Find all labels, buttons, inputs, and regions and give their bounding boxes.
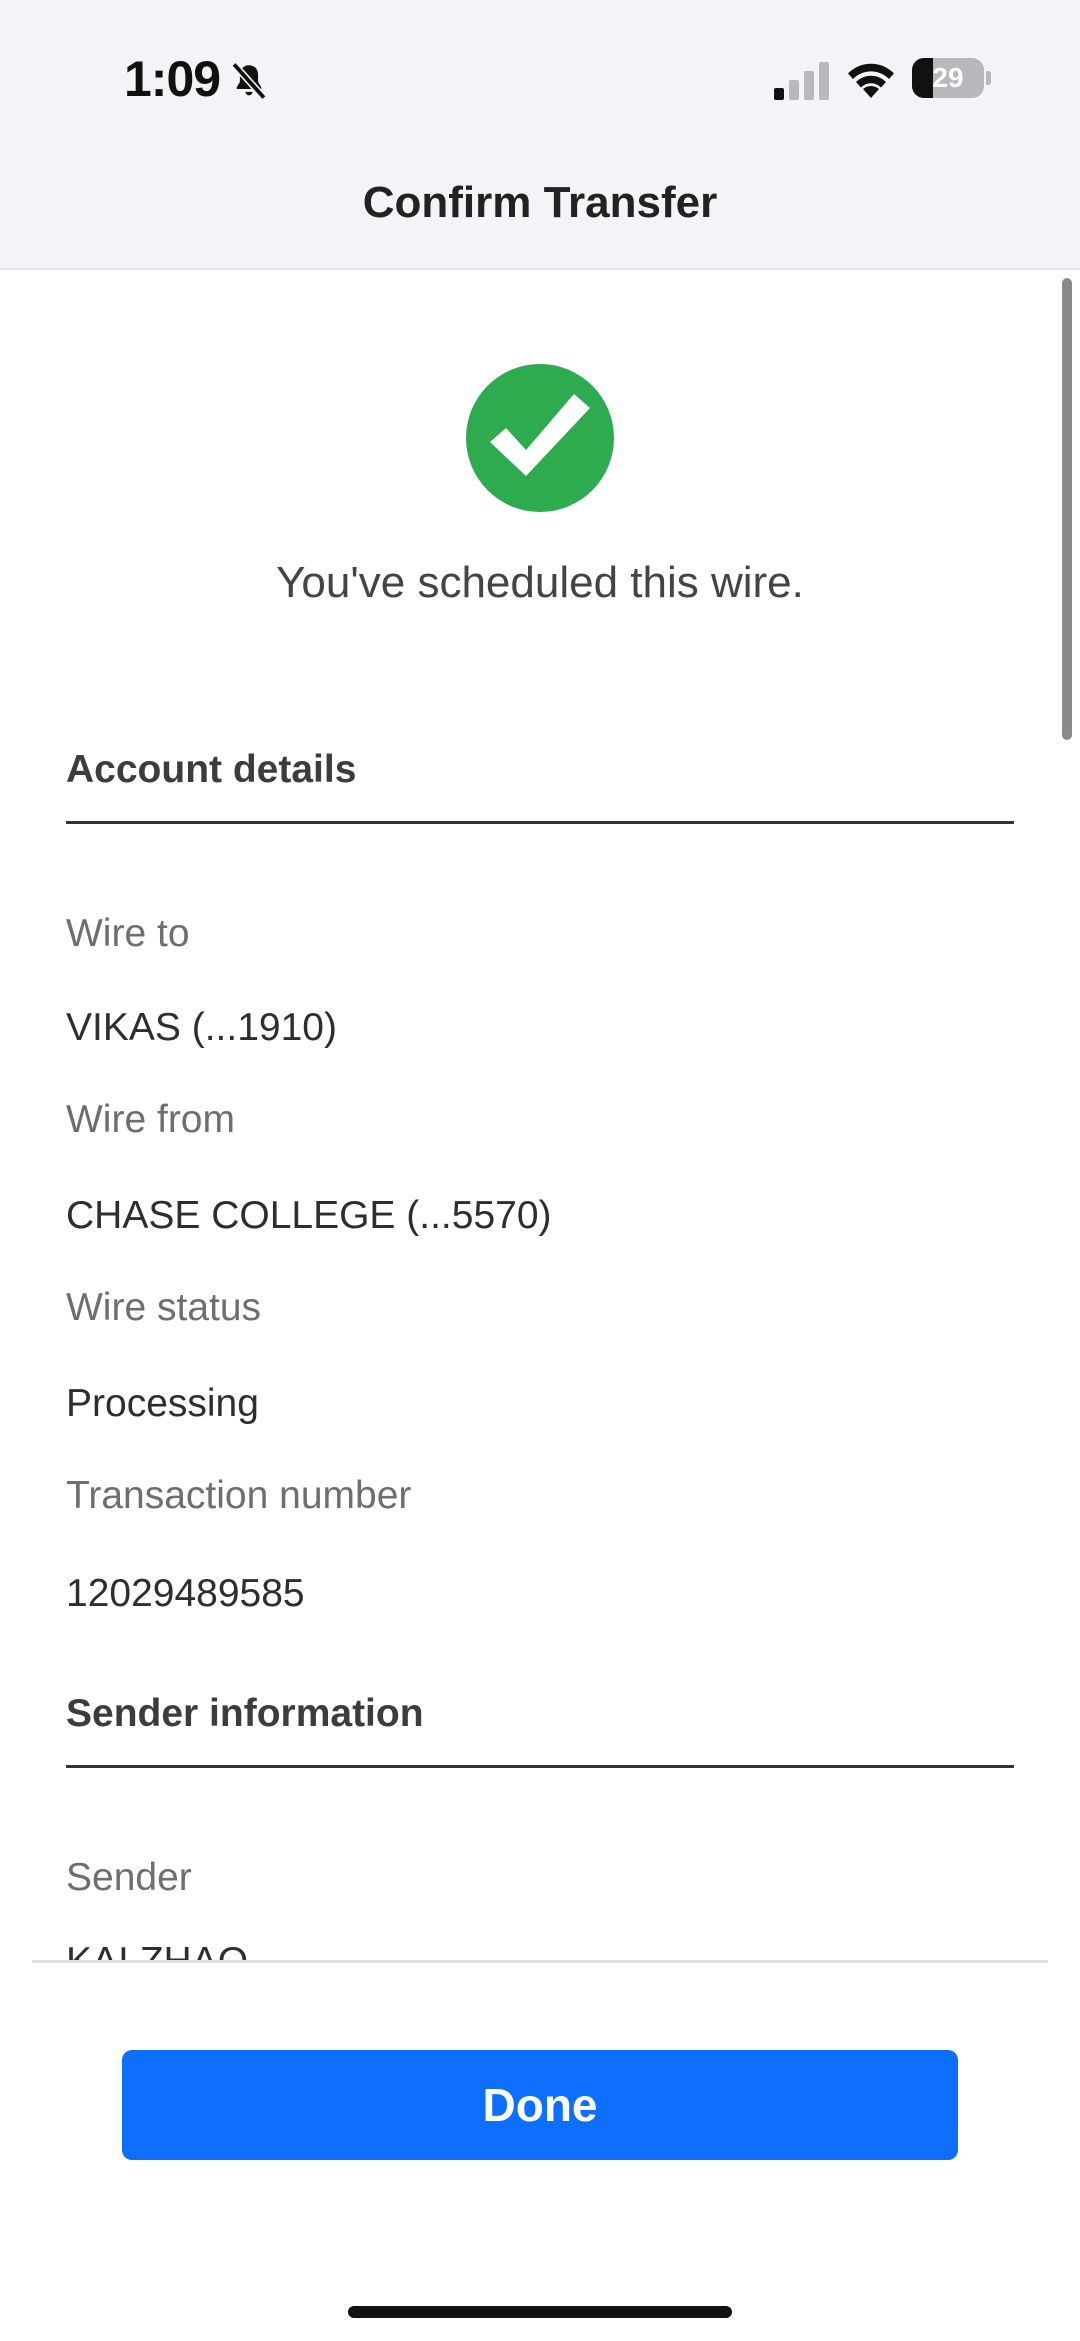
status-bar: 1:09 29 — [0, 0, 1080, 160]
success-message: You've scheduled this wire. — [276, 558, 804, 607]
sender-information-heading: Sender information — [66, 1692, 424, 1735]
scrollbar[interactable] — [1062, 278, 1072, 740]
bell-slash-icon — [231, 62, 267, 100]
wire-to-label: Wire to — [66, 912, 190, 955]
bottom-action-bar: Done — [0, 1960, 1080, 2341]
transaction-number-label: Transaction number — [66, 1474, 412, 1517]
wire-from-label: Wire from — [66, 1098, 235, 1141]
wifi-icon — [848, 63, 894, 98]
home-indicator[interactable] — [348, 2306, 732, 2318]
wire-from-value: CHASE COLLEGE (...5570) — [66, 1194, 552, 1237]
confirmation-content[interactable]: You've scheduled this wire. Account deta… — [0, 272, 1080, 1960]
wire-status-label: Wire status — [66, 1286, 262, 1329]
wire-to-value: VIKAS (...1910) — [66, 1006, 337, 1049]
footer-divider — [32, 1960, 1048, 1963]
transaction-number-value: 12029489585 — [66, 1572, 305, 1615]
battery-icon: 29 — [912, 58, 991, 98]
sender-value: KAI ZHAO — [66, 1940, 248, 1960]
section-divider — [66, 821, 1014, 824]
cellular-signal-icon — [774, 62, 829, 100]
checkmark-circle-icon — [466, 364, 614, 512]
battery-level: 29 — [932, 62, 964, 93]
page-title: Confirm Transfer — [362, 178, 718, 227]
status-time: 1:09 — [124, 51, 221, 107]
section-divider — [66, 1765, 1014, 1768]
account-details-heading: Account details — [66, 748, 357, 791]
wire-status-value: Processing — [66, 1382, 259, 1425]
top-bar: 1:09 29 Confirm Transfer — [0, 0, 1080, 270]
done-button[interactable]: Done — [122, 2050, 958, 2160]
sender-label: Sender — [66, 1856, 192, 1899]
